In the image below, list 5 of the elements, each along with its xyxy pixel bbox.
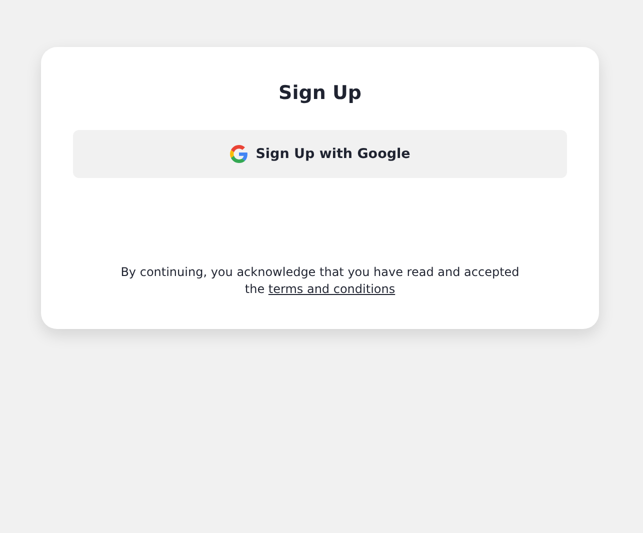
- terms-link[interactable]: terms and conditions: [268, 282, 396, 296]
- google-icon: [230, 145, 248, 163]
- page-title: Sign Up: [278, 81, 362, 106]
- google-sign-up-button[interactable]: Sign Up with Google: [73, 130, 567, 178]
- terms-notice: By continuing, you acknowledge that you have read and accepted the terms and conditions: [120, 264, 520, 298]
